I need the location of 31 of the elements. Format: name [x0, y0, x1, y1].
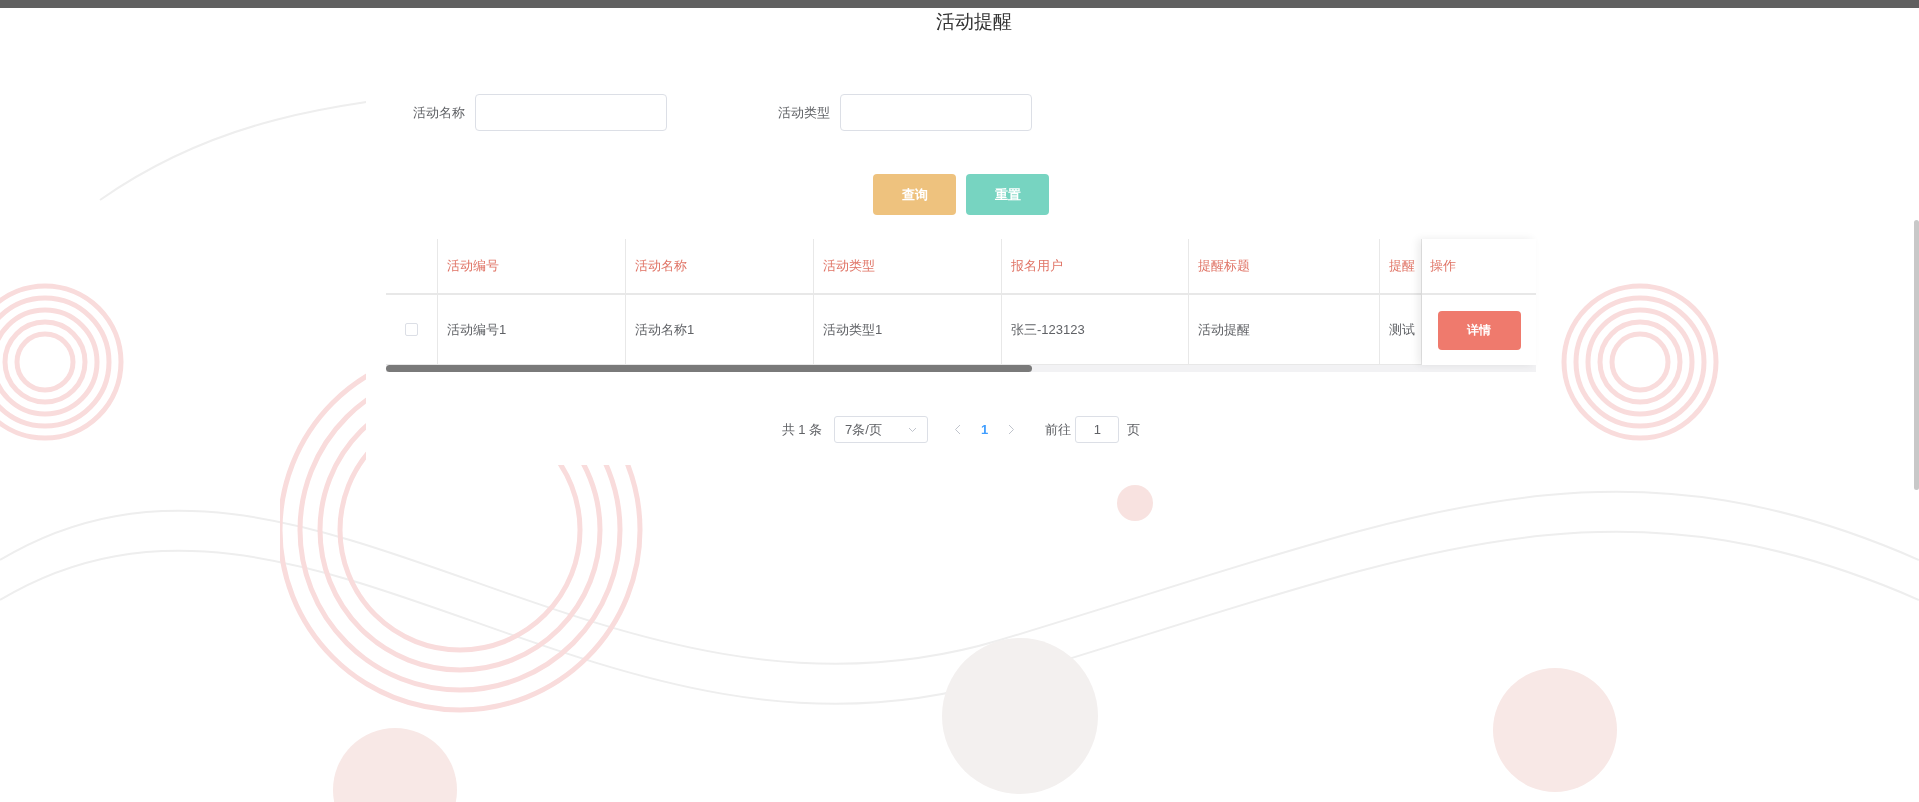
checkbox[interactable] — [405, 323, 418, 336]
table-cell: 张三-123123 — [1002, 295, 1189, 364]
page-number[interactable]: 1 — [969, 419, 1001, 440]
column-header: 操作 — [1422, 239, 1536, 295]
column-header: 活动名称 — [626, 239, 814, 293]
previous-page-icon[interactable] — [954, 424, 962, 435]
table-cell: 活动名称1 — [626, 295, 814, 364]
total-count: 共 1 条 — [781, 420, 823, 439]
column-header: 活动类型 — [814, 239, 1002, 293]
details-button[interactable]: 详情 — [1437, 310, 1521, 350]
search-button[interactable]: 查询 — [873, 174, 956, 215]
page-suffix: 页 — [1127, 420, 1141, 439]
column-header: 提醒标题 — [1189, 239, 1380, 293]
column-header: 报名用户 — [1002, 239, 1189, 293]
page-title: 活动提醒 — [934, 12, 1012, 31]
horizontal-scrollbar[interactable] — [386, 365, 1536, 372]
page-input[interactable]: 1 — [1075, 416, 1120, 443]
page-size-select[interactable]: 7条/页 — [834, 416, 929, 443]
reset-button[interactable]: 重置 — [966, 174, 1049, 215]
decorative-dot — [1117, 485, 1153, 521]
next-page-icon[interactable] — [1008, 424, 1016, 435]
table-cell: 活动编号1 — [438, 295, 626, 364]
goto-label: 前往 — [1045, 420, 1072, 439]
table-cell: 活动类型1 — [814, 295, 1002, 364]
chevron-down-icon — [908, 426, 918, 433]
table-cell: 活动提醒 — [1189, 295, 1380, 364]
field-label: 活动名称 — [413, 103, 465, 122]
column-header: 活动编号 — [438, 239, 626, 293]
input-field[interactable] — [475, 94, 667, 131]
input-field[interactable] — [840, 94, 1032, 131]
field-label: 活动类型 — [778, 103, 830, 122]
